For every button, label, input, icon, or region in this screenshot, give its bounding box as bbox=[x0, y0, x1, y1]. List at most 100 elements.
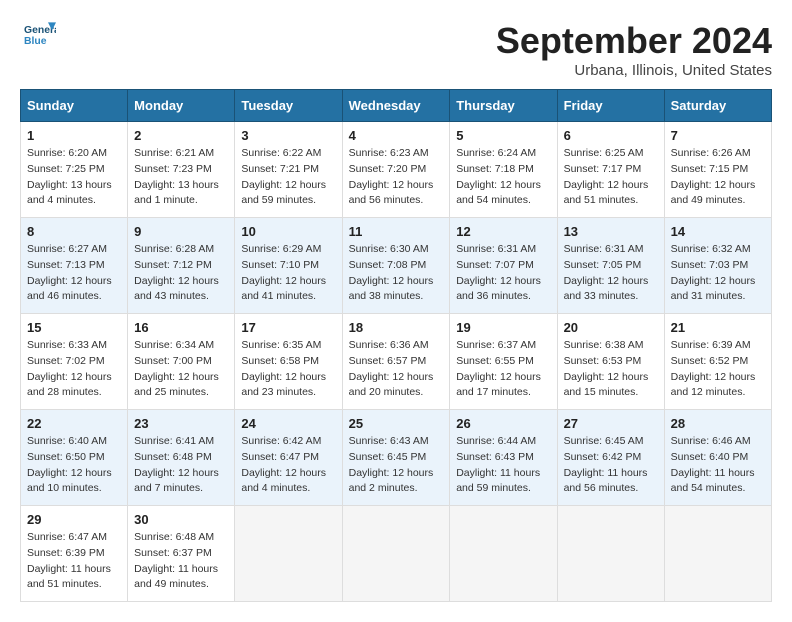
day-info: Sunrise: 6:45 AMSunset: 6:42 PMDaylight:… bbox=[564, 434, 658, 497]
day-number: 17 bbox=[241, 320, 335, 335]
table-row: 19 Sunrise: 6:37 AMSunset: 6:55 PMDayligh… bbox=[450, 314, 557, 410]
table-row: 29 Sunrise: 6:47 AMSunset: 6:39 PMDayligh… bbox=[21, 506, 128, 602]
table-row: 24 Sunrise: 6:42 AMSunset: 6:47 PMDayligh… bbox=[235, 410, 342, 506]
calendar-body: 1 Sunrise: 6:20 AMSunset: 7:25 PMDaylight… bbox=[21, 122, 772, 602]
day-info: Sunrise: 6:33 AMSunset: 7:02 PMDaylight:… bbox=[27, 338, 121, 401]
table-row: 7 Sunrise: 6:26 AMSunset: 7:15 PMDaylight… bbox=[664, 122, 771, 218]
day-number: 4 bbox=[349, 128, 444, 143]
day-number: 3 bbox=[241, 128, 335, 143]
day-info: Sunrise: 6:30 AMSunset: 7:08 PMDaylight:… bbox=[349, 242, 444, 305]
table-row bbox=[664, 506, 771, 602]
day-number: 2 bbox=[134, 128, 228, 143]
logo: General Blue bbox=[20, 20, 56, 52]
table-row: 20 Sunrise: 6:38 AMSunset: 6:53 PMDayligh… bbox=[557, 314, 664, 410]
day-number: 20 bbox=[564, 320, 658, 335]
table-row: 21 Sunrise: 6:39 AMSunset: 6:52 PMDayligh… bbox=[664, 314, 771, 410]
day-info: Sunrise: 6:37 AMSunset: 6:55 PMDaylight:… bbox=[456, 338, 550, 401]
table-row: 30 Sunrise: 6:48 AMSunset: 6:37 PMDayligh… bbox=[128, 506, 235, 602]
day-info: Sunrise: 6:47 AMSunset: 6:39 PMDaylight:… bbox=[27, 530, 121, 593]
table-row: 8 Sunrise: 6:27 AMSunset: 7:13 PMDaylight… bbox=[21, 218, 128, 314]
day-number: 27 bbox=[564, 416, 658, 431]
day-info: Sunrise: 6:36 AMSunset: 6:57 PMDaylight:… bbox=[349, 338, 444, 401]
day-info: Sunrise: 6:31 AMSunset: 7:05 PMDaylight:… bbox=[564, 242, 658, 305]
day-number: 26 bbox=[456, 416, 550, 431]
day-info: Sunrise: 6:20 AMSunset: 7:25 PMDaylight:… bbox=[27, 146, 121, 209]
table-row: 25Sunrise: 6:43 AMSunset: 6:45 PMDayligh… bbox=[342, 410, 450, 506]
calendar-table: Sunday Monday Tuesday Wednesday Thursday… bbox=[20, 89, 772, 602]
day-info: Sunrise: 6:43 AMSunset: 6:45 PMDaylight:… bbox=[349, 434, 444, 497]
day-number: 5 bbox=[456, 128, 550, 143]
table-row: 5 Sunrise: 6:24 AMSunset: 7:18 PMDaylight… bbox=[450, 122, 557, 218]
header-sunday: Sunday bbox=[21, 90, 128, 122]
day-number: 12 bbox=[456, 224, 550, 239]
day-number: 10 bbox=[241, 224, 335, 239]
day-info: Sunrise: 6:22 AMSunset: 7:21 PMDaylight:… bbox=[241, 146, 335, 209]
table-row bbox=[342, 506, 450, 602]
day-number: 24 bbox=[241, 416, 335, 431]
day-number: 29 bbox=[27, 512, 121, 527]
day-number: 21 bbox=[671, 320, 765, 335]
calendar-week-row: 15Sunrise: 6:33 AMSunset: 7:02 PMDayligh… bbox=[21, 314, 772, 410]
day-info: Sunrise: 6:34 AMSunset: 7:00 PMDaylight:… bbox=[134, 338, 228, 401]
day-info: Sunrise: 6:26 AMSunset: 7:15 PMDaylight:… bbox=[671, 146, 765, 209]
table-row: 13 Sunrise: 6:31 AMSunset: 7:05 PMDayligh… bbox=[557, 218, 664, 314]
day-info: Sunrise: 6:31 AMSunset: 7:07 PMDaylight:… bbox=[456, 242, 550, 305]
page-header: General Blue September 2024 Urbana, Illi… bbox=[20, 20, 772, 79]
calendar-week-row: 1 Sunrise: 6:20 AMSunset: 7:25 PMDaylight… bbox=[21, 122, 772, 218]
logo-icon: General Blue bbox=[24, 20, 56, 52]
day-info: Sunrise: 6:40 AMSunset: 6:50 PMDaylight:… bbox=[27, 434, 121, 497]
table-row bbox=[235, 506, 342, 602]
svg-text:Blue: Blue bbox=[24, 36, 47, 47]
table-row: 23 Sunrise: 6:41 AMSunset: 6:48 PMDayligh… bbox=[128, 410, 235, 506]
day-number: 6 bbox=[564, 128, 658, 143]
day-number: 7 bbox=[671, 128, 765, 143]
table-row: 9Sunrise: 6:28 AMSunset: 7:12 PMDaylight… bbox=[128, 218, 235, 314]
day-number: 14 bbox=[671, 224, 765, 239]
day-number: 18 bbox=[349, 320, 444, 335]
day-number: 11 bbox=[349, 224, 444, 239]
day-info: Sunrise: 6:41 AMSunset: 6:48 PMDaylight:… bbox=[134, 434, 228, 497]
table-row: 10Sunrise: 6:29 AMSunset: 7:10 PMDayligh… bbox=[235, 218, 342, 314]
table-row: 11 Sunrise: 6:30 AMSunset: 7:08 PMDayligh… bbox=[342, 218, 450, 314]
day-info: Sunrise: 6:46 AMSunset: 6:40 PMDaylight:… bbox=[671, 434, 765, 497]
day-info: Sunrise: 6:32 AMSunset: 7:03 PMDaylight:… bbox=[671, 242, 765, 305]
day-info: Sunrise: 6:27 AMSunset: 7:13 PMDaylight:… bbox=[27, 242, 121, 305]
day-number: 13 bbox=[564, 224, 658, 239]
day-number: 22 bbox=[27, 416, 121, 431]
table-row: 1 Sunrise: 6:20 AMSunset: 7:25 PMDaylight… bbox=[21, 122, 128, 218]
table-row: 4 Sunrise: 6:23 AMSunset: 7:20 PMDaylight… bbox=[342, 122, 450, 218]
calendar-week-row: 8 Sunrise: 6:27 AMSunset: 7:13 PMDaylight… bbox=[21, 218, 772, 314]
day-number: 8 bbox=[27, 224, 121, 239]
day-info: Sunrise: 6:35 AMSunset: 6:58 PMDaylight:… bbox=[241, 338, 335, 401]
table-row: 12 Sunrise: 6:31 AMSunset: 7:07 PMDayligh… bbox=[450, 218, 557, 314]
calendar-week-row: 29 Sunrise: 6:47 AMSunset: 6:39 PMDayligh… bbox=[21, 506, 772, 602]
day-number: 16 bbox=[134, 320, 228, 335]
day-info: Sunrise: 6:39 AMSunset: 6:52 PMDaylight:… bbox=[671, 338, 765, 401]
day-info: Sunrise: 6:42 AMSunset: 6:47 PMDaylight:… bbox=[241, 434, 335, 497]
table-row: 27 Sunrise: 6:45 AMSunset: 6:42 PMDayligh… bbox=[557, 410, 664, 506]
calendar-week-row: 22 Sunrise: 6:40 AMSunset: 6:50 PMDayligh… bbox=[21, 410, 772, 506]
title-block: September 2024 Urbana, Illinois, United … bbox=[496, 20, 772, 79]
calendar-header-row: Sunday Monday Tuesday Wednesday Thursday… bbox=[21, 90, 772, 122]
day-number: 19 bbox=[456, 320, 550, 335]
header-wednesday: Wednesday bbox=[342, 90, 450, 122]
table-row: 14 Sunrise: 6:32 AMSunset: 7:03 PMDayligh… bbox=[664, 218, 771, 314]
header-friday: Friday bbox=[557, 90, 664, 122]
location-subtitle: Urbana, Illinois, United States bbox=[496, 62, 772, 79]
day-number: 23 bbox=[134, 416, 228, 431]
day-number: 30 bbox=[134, 512, 228, 527]
table-row: 15Sunrise: 6:33 AMSunset: 7:02 PMDayligh… bbox=[21, 314, 128, 410]
day-info: Sunrise: 6:23 AMSunset: 7:20 PMDaylight:… bbox=[349, 146, 444, 209]
table-row: 22 Sunrise: 6:40 AMSunset: 6:50 PMDayligh… bbox=[21, 410, 128, 506]
day-info: Sunrise: 6:38 AMSunset: 6:53 PMDaylight:… bbox=[564, 338, 658, 401]
day-info: Sunrise: 6:44 AMSunset: 6:43 PMDaylight:… bbox=[456, 434, 550, 497]
day-info: Sunrise: 6:25 AMSunset: 7:17 PMDaylight:… bbox=[564, 146, 658, 209]
day-info: Sunrise: 6:48 AMSunset: 6:37 PMDaylight:… bbox=[134, 530, 228, 593]
day-number: 28 bbox=[671, 416, 765, 431]
day-info: Sunrise: 6:24 AMSunset: 7:18 PMDaylight:… bbox=[456, 146, 550, 209]
day-number: 1 bbox=[27, 128, 121, 143]
month-title: September 2024 bbox=[496, 20, 772, 62]
table-row bbox=[450, 506, 557, 602]
header-monday: Monday bbox=[128, 90, 235, 122]
header-saturday: Saturday bbox=[664, 90, 771, 122]
